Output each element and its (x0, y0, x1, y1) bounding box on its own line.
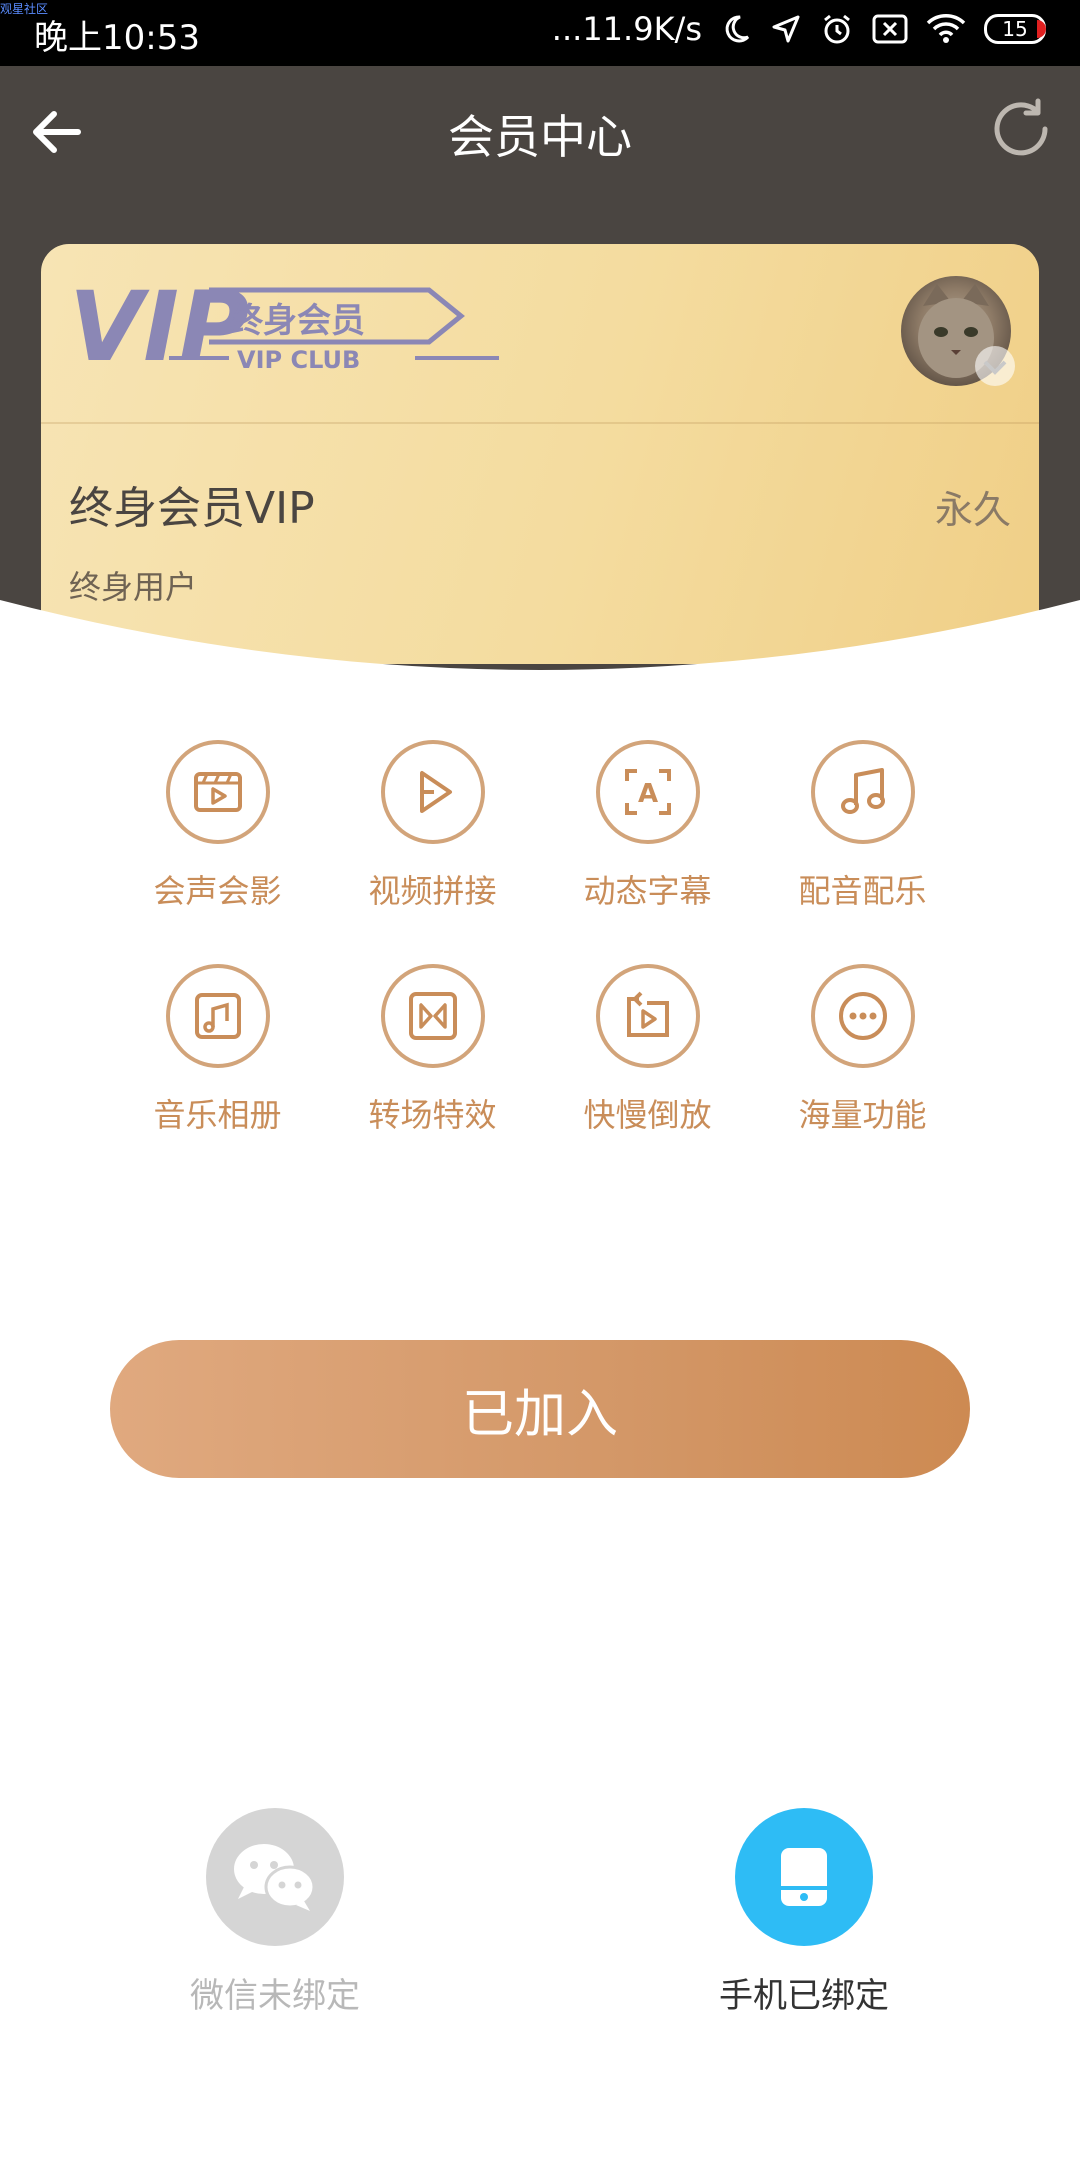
transition-icon (380, 964, 485, 1068)
alarm-icon (824, 14, 850, 44)
play-icon (380, 740, 485, 844)
feature-item[interactable]: 视频拼接 (325, 740, 540, 912)
battery-level: 15 (1002, 17, 1028, 41)
feature-item[interactable]: 快慢倒放 (540, 964, 755, 1136)
feature-label: 转场特效 (368, 1096, 497, 1134)
phone-binding[interactable]: 手机已绑定 (674, 1808, 934, 2017)
vip-club-logo: VIP 终身会员 VIP CLUB (69, 272, 499, 383)
network-speed: ...11.9K/s (551, 10, 702, 48)
moon-icon (725, 15, 750, 43)
top-bar: 会员中心 (0, 66, 1080, 196)
feature-label: 快慢倒放 (583, 1096, 712, 1134)
feature-grid: 会声会影 视频拼接 A 动态字幕 配音配乐 音乐相册 转场特效 快慢倒放 海量功… (110, 740, 970, 1136)
feature-item[interactable]: 配音配乐 (755, 740, 970, 912)
vip-badge-subtitle: VIP CLUB (237, 346, 360, 374)
plan-term: 永久 (934, 488, 1011, 532)
music-album-icon (165, 964, 270, 1068)
location-icon (772, 15, 800, 43)
video-clip-icon (165, 740, 270, 844)
feature-label: 视频拼接 (368, 872, 497, 910)
vip-badge-title: 终身会员 (229, 301, 365, 341)
music-note-icon (810, 740, 915, 844)
plan-name: 终身会员VIP (69, 483, 315, 534)
feature-label: 海量功能 (798, 1096, 927, 1134)
page-title: 会员中心 (448, 110, 632, 164)
wifi-icon (926, 14, 966, 43)
feature-label: 动态字幕 (583, 872, 712, 910)
feature-item[interactable]: 会声会影 (110, 740, 325, 912)
card-divider (41, 422, 1039, 424)
feature-item[interactable]: A 动态字幕 (540, 740, 755, 912)
reverse-play-icon (595, 964, 700, 1068)
feature-item[interactable]: 转场特效 (325, 964, 540, 1136)
wechat-binding-label: 微信未绑定 (190, 1976, 360, 2016)
feature-label: 会声会影 (153, 872, 282, 910)
status-time: 晚上10:53 (34, 18, 200, 58)
svg-text:A: A (637, 779, 657, 809)
feature-label: 音乐相册 (153, 1096, 282, 1134)
feature-item[interactable]: 音乐相册 (110, 964, 325, 1136)
sim-off-icon (872, 14, 908, 44)
status-bar: 观星社区 晚上10:53 ...11.9K/s 15 (0, 0, 1080, 66)
phone-binding-label: 手机已绑定 (719, 1976, 889, 2016)
phone-icon (735, 1808, 873, 1946)
wechat-icon (206, 1808, 344, 1946)
feature-label: 配音配乐 (798, 872, 927, 910)
caption-icon: A (595, 740, 700, 844)
feature-item[interactable]: 海量功能 (755, 964, 970, 1136)
battery-icon: 15 (984, 14, 1046, 44)
joined-button[interactable]: 已加入 (110, 1340, 970, 1478)
status-icons: ...11.9K/s 15 (552, 10, 1046, 48)
more-icon (810, 964, 915, 1068)
wechat-binding[interactable]: 微信未绑定 (145, 1808, 405, 2017)
refresh-button[interactable] (988, 96, 1054, 162)
chevron-down-icon (975, 346, 1015, 386)
